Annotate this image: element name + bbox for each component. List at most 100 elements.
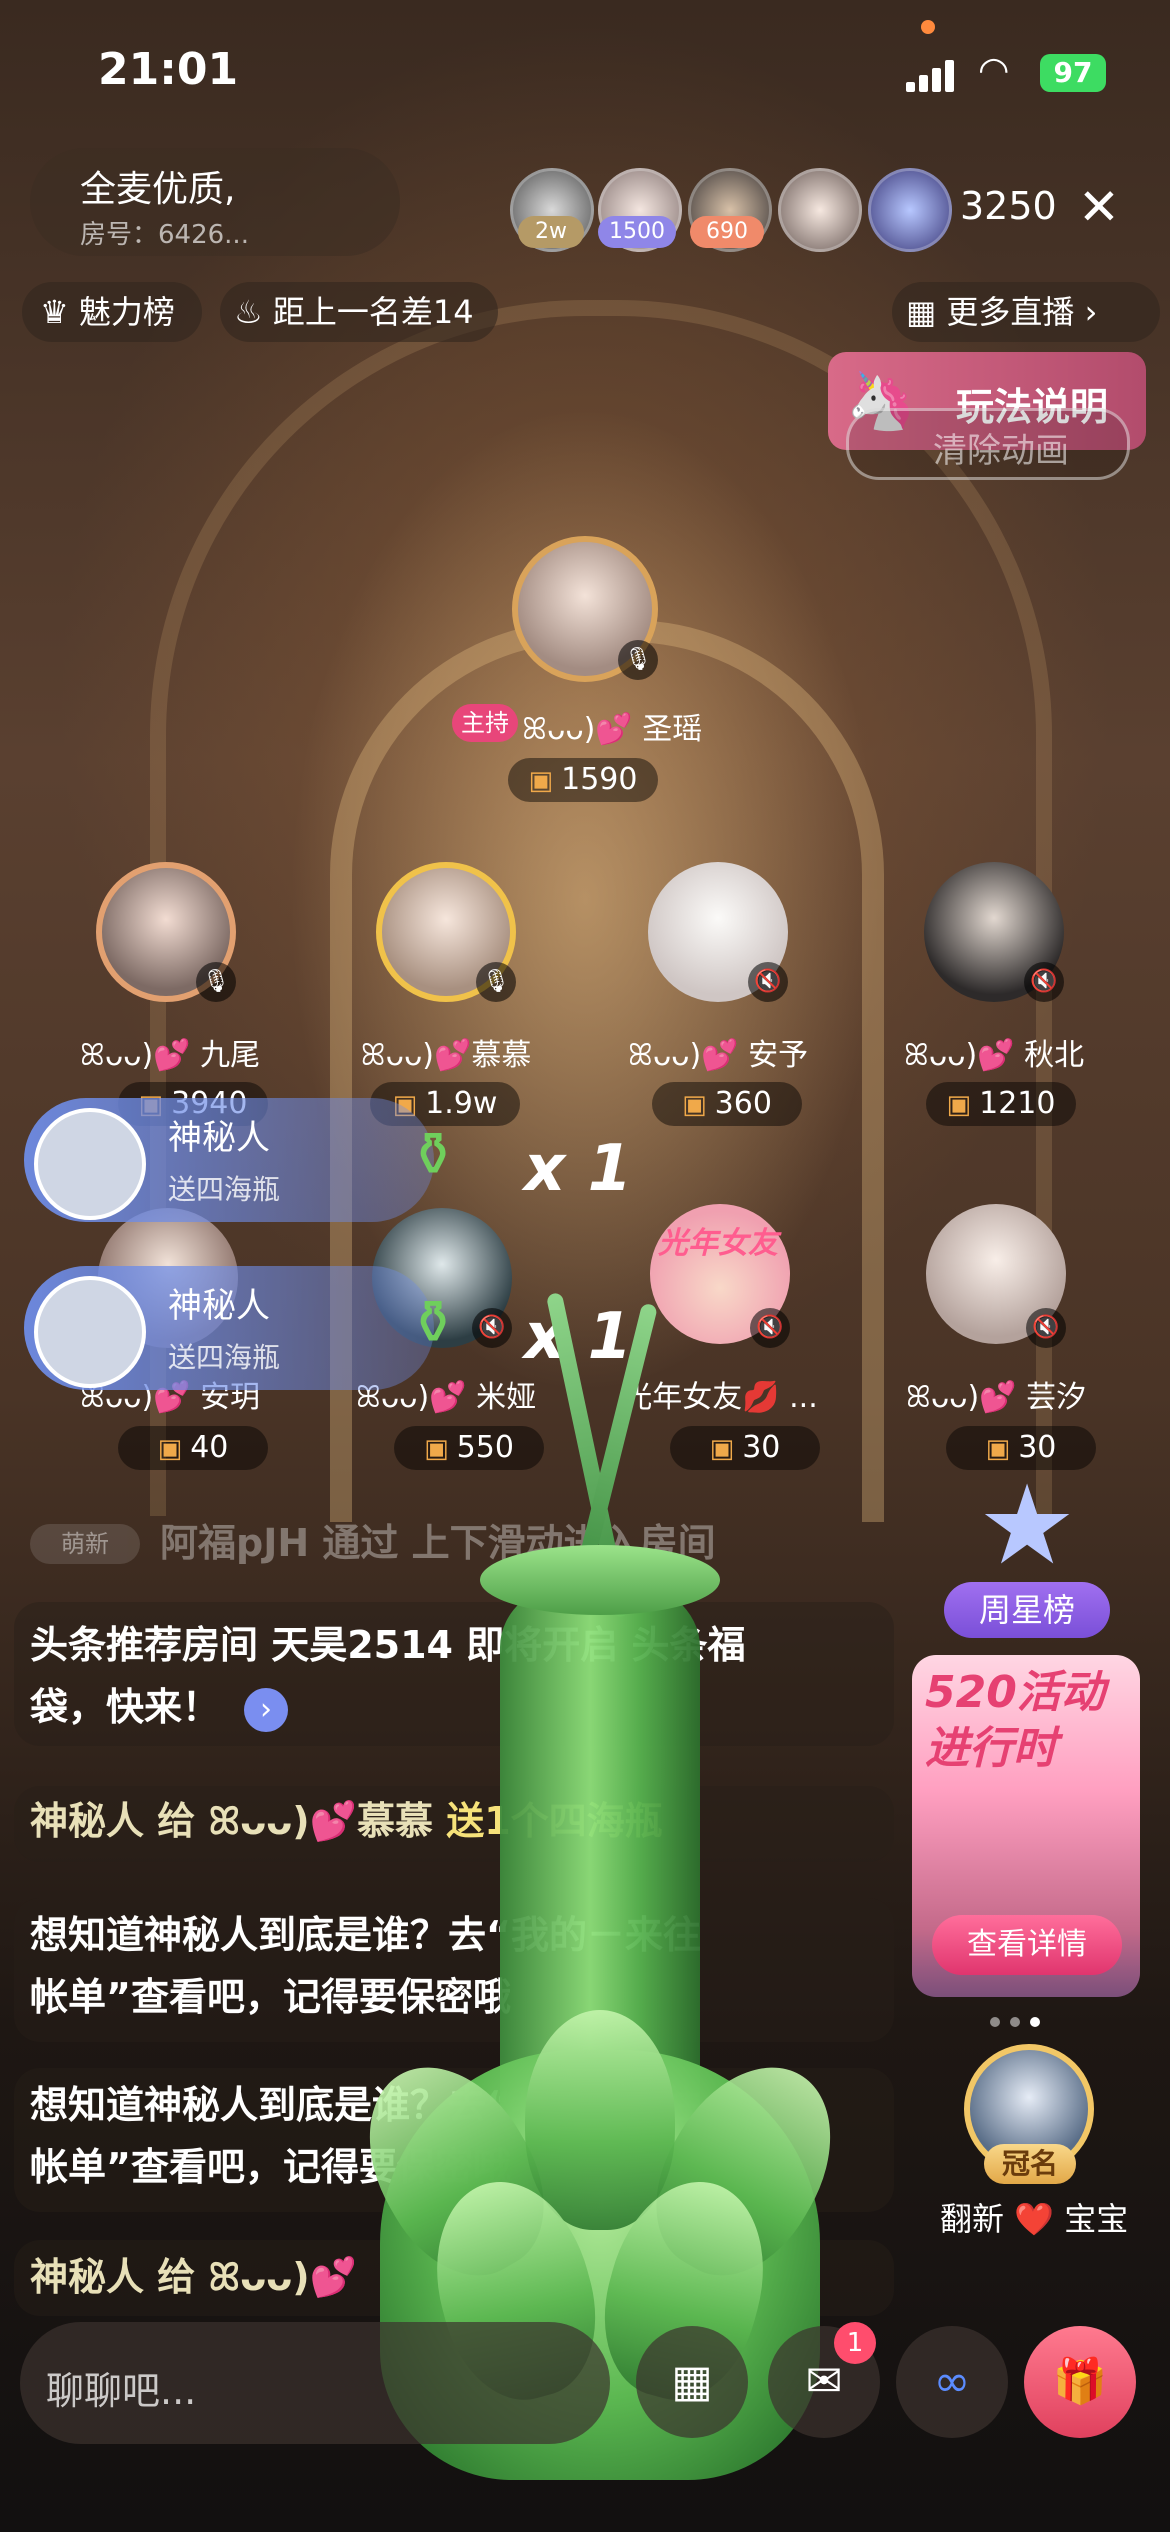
seat-4-score-value: 1210: [979, 1086, 1056, 1121]
mystery-hint-message: 想知道神秘人到底是谁？去“我的－来往: [30, 1913, 701, 1957]
rank-gap-button[interactable]: ♨ 距上一名差14: [220, 282, 498, 342]
mic-muted-icon: 🔇: [472, 1308, 512, 1348]
carousel-dots[interactable]: [990, 2012, 1040, 2031]
gift-banner-1-user: 神秘人: [168, 1118, 270, 1158]
seat-7[interactable]: 光年女友 🔇: [650, 1204, 790, 1348]
apps-grid-button[interactable]: ▦: [636, 2326, 748, 2438]
mic-icon: 🎙: [618, 640, 658, 680]
gift-box-icon: ▣: [157, 1434, 183, 1464]
gift-message-sender: 神秘人 给 ꕤᴗᴗ)💕: [30, 1799, 357, 1843]
link-mic-button[interactable]: ∞: [896, 2326, 1008, 2438]
viewer-badge-3: 690: [690, 216, 764, 248]
seat-6-score-value: 550: [456, 1430, 514, 1465]
room-name: 全麦优质,: [80, 169, 236, 210]
gift-banner-1-action: 送四海瓶: [168, 1173, 281, 1206]
battery-icon: 97: [1040, 54, 1106, 92]
recommend-message-line2: 袋，快来！: [30, 1685, 221, 1729]
mystery-user-avatar: [34, 1276, 146, 1388]
mic-muted-icon: 🔇: [1024, 962, 1064, 1002]
viewer-count[interactable]: 3250: [960, 184, 1057, 228]
seat-3-score: ▣ 360: [652, 1082, 802, 1126]
gift-icon: 🎁: [1052, 2356, 1108, 2407]
crown-icon: ♛: [40, 293, 69, 331]
system-tag: 萌新: [30, 1524, 140, 1564]
viewer-avatar-5[interactable]: [868, 168, 952, 252]
charm-rank-label: 魅力榜: [78, 293, 175, 331]
mic-muted-icon: 🔇: [1026, 1308, 1066, 1348]
host-seat[interactable]: 🎙: [512, 536, 658, 682]
more-live-button[interactable]: ▦ 更多直播 ›: [892, 282, 1160, 342]
gift-message-target: 慕慕: [356, 1799, 433, 1843]
mic-icon: 🎙: [476, 962, 516, 1002]
seat-5-score: ▣ 40: [118, 1426, 268, 1470]
gift-banner-2-action: 送四海瓶: [168, 1341, 281, 1374]
recommend-message[interactable]: 头条推荐房间 天昊2514 即将开启 头条福: [30, 1614, 890, 1676]
seat-1[interactable]: 🎙: [96, 862, 236, 1002]
gift-button[interactable]: 🎁: [1024, 2326, 1136, 2438]
link-rings-icon: ∞: [933, 2356, 971, 2407]
jade-vase-rim: [480, 1545, 720, 1615]
more-live-label: 更多直播: [946, 293, 1075, 331]
viewer-avatar-4[interactable]: [778, 168, 862, 252]
host-tag: 主持: [452, 704, 518, 742]
chevron-right-icon: ›: [1084, 293, 1098, 331]
star-trophy-icon: ★: [977, 1461, 1077, 1589]
seat-6-score: ▣ 550: [394, 1426, 544, 1470]
clear-animation-label: 清除动画: [933, 431, 1069, 471]
arrow-right-icon[interactable]: ›: [244, 1688, 288, 1732]
seat-8-name: ꕤᴗᴗ)💕 芸汐: [905, 1380, 1087, 1415]
seat-2[interactable]: 🎙: [376, 862, 516, 1002]
mic-muted-icon: 🔇: [748, 962, 788, 1002]
crown-sponsor-tag: 冠名: [984, 2144, 1076, 2184]
host-score: ▣ 1590: [508, 758, 658, 802]
seat-3-name: ꕤᴗᴗ)💕 安予: [627, 1038, 809, 1073]
mystery-user-avatar: [34, 1108, 146, 1220]
seat-4[interactable]: 🔇: [924, 862, 1064, 1002]
message-badge: 1: [834, 2322, 876, 2364]
room-id: 房号：6426...: [80, 220, 249, 250]
seat-3[interactable]: 🔇: [648, 862, 788, 1002]
seat-2-name: ꕤᴗᴗ)💕慕慕: [360, 1038, 532, 1073]
gift-box-icon: ▣: [424, 1434, 449, 1464]
seat-8[interactable]: 🔇: [926, 1204, 1066, 1348]
message-icon: ✉: [805, 2356, 843, 2407]
grid-icon: ▦: [671, 2356, 713, 2407]
host-score-value: 1590: [561, 762, 638, 797]
mic-icon: 🎙: [196, 962, 236, 1002]
seat-4-score: ▣ 1210: [926, 1082, 1076, 1126]
gift-box-icon: ▣: [528, 766, 554, 796]
signal-icon: [906, 60, 956, 92]
seat-7-score: ▣ 30: [670, 1426, 820, 1470]
crown-sponsor-name: 翻新 ❤️ 宝宝: [940, 2200, 1129, 2238]
seat-7-poster-text: 光年女友: [658, 1226, 778, 1261]
vase-gift-icon: ⚱: [408, 1120, 459, 1190]
viewer-badge-1: 2w: [518, 216, 584, 248]
viewer-badge-2: 1500: [598, 216, 676, 248]
promo-title: 520活动进行时: [925, 1667, 1105, 1774]
wifi-icon: ◠: [978, 50, 1010, 91]
host-name: ꕤᴗᴗ)💕 圣瑶: [522, 712, 703, 747]
gift-box-icon: ▣: [682, 1090, 707, 1120]
weekly-star-rank-button[interactable]: 周星榜: [944, 1582, 1110, 1638]
promo-detail-button[interactable]: 查看详情: [932, 1915, 1122, 1975]
chat-input-placeholder: 聊聊吧...: [46, 2369, 197, 2413]
seat-2-score-value: 1.9w: [425, 1086, 498, 1121]
mystery-hint-message-line2: 帐单”查看吧，记得要保密哦: [30, 1975, 511, 2019]
lotus-petal: [525, 2010, 675, 2230]
seat-5-score-value: 40: [190, 1430, 229, 1465]
close-icon[interactable]: ✕: [1078, 178, 1120, 236]
vase-gift-icon: ⚱: [408, 1288, 459, 1358]
recording-dot: [921, 20, 935, 34]
grid-icon: ▦: [906, 293, 937, 331]
rank-gap-label: 距上一名差14: [272, 293, 474, 331]
status-time: 21:01: [98, 44, 239, 95]
gift-box-icon: ▣: [946, 1090, 972, 1120]
seat-4-name: ꕤᴗᴗ)💕 秋北: [903, 1038, 1085, 1073]
clear-animation-button[interactable]: 清除动画: [846, 408, 1130, 480]
seat-1-name: ꕤᴗᴗ)💕 九尾: [79, 1038, 261, 1073]
flame-icon: ♨: [234, 293, 263, 331]
gift-banner-2-count: x 1: [524, 1300, 633, 1374]
seat-3-score-value: 360: [714, 1086, 772, 1121]
gift-banner-1-count: x 1: [524, 1132, 633, 1206]
charm-rank-button[interactable]: ♛ 魅力榜: [22, 282, 202, 342]
